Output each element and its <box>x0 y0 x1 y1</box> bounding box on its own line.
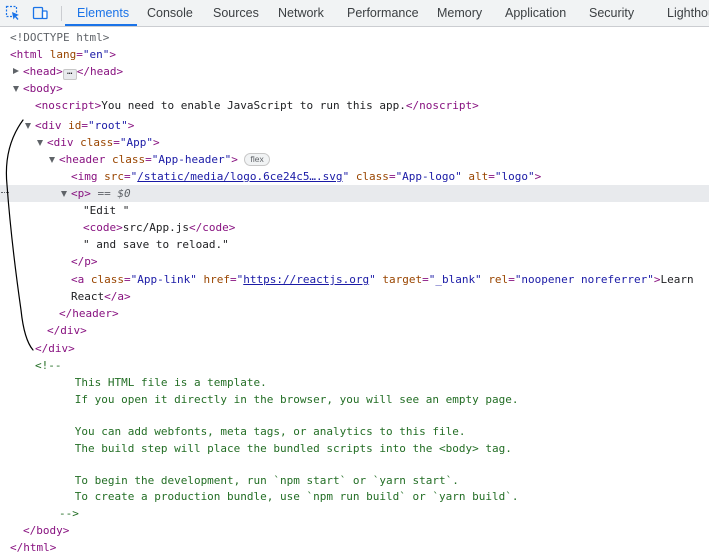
tree-line-text-edit[interactable]: "Edit " <box>0 202 709 219</box>
tree-line-div-app-close[interactable]: </div> <box>0 322 709 339</box>
comment-text: You can add webfonts, meta tags, or anal… <box>35 425 466 438</box>
text-node: "Edit " <box>83 204 130 217</box>
tab-memory[interactable]: Memory <box>437 0 482 26</box>
tree-line-p-selected[interactable]: <p> == $0 <box>0 185 709 202</box>
div-app-open-tag: <div class="App"> <box>47 136 160 149</box>
a-open-tag: <a class="App-link" href="https://reactj… <box>71 273 694 286</box>
device-toolbar-icon[interactable] <box>32 5 48 21</box>
toolbar-separator <box>61 6 62 21</box>
div-close-tag: </div> <box>35 342 75 355</box>
collapse-triangle-icon[interactable] <box>13 86 19 92</box>
p-open-tag: <p> == $0 <box>71 187 131 200</box>
tree-line-div-app[interactable]: <div class="App"> <box>0 134 709 151</box>
collapse-triangle-icon[interactable] <box>49 157 55 163</box>
collapse-triangle-icon[interactable] <box>37 140 43 146</box>
collapsed-content-ellipsis[interactable]: … <box>62 68 77 80</box>
comment-text: To begin the development, run `npm start… <box>35 474 459 487</box>
tree-line-a-text[interactable]: React</a> <box>0 288 709 305</box>
div-close-tag: </div> <box>47 324 87 337</box>
tree-line-div-root[interactable]: <div id="root"> <box>0 117 709 134</box>
comment-text: This HTML file is a template. <box>35 376 267 389</box>
div-root-open-tag: <div id="root"> <box>35 119 135 132</box>
body-open-tag: <body> <box>23 82 63 95</box>
img-src-link[interactable]: /static/media/logo.6ce24c5….svg <box>137 170 342 183</box>
tree-line-doctype[interactable]: <!DOCTYPE html> <box>0 29 709 46</box>
tab-elements[interactable]: Elements <box>77 0 129 26</box>
gutter-dots-icon[interactable] <box>1 192 9 196</box>
img-node: <img src="/static/media/logo.6ce24c5….sv… <box>71 170 542 183</box>
tree-line-body-close[interactable]: </body> <box>0 522 709 539</box>
p-close-tag: </p> <box>71 255 98 268</box>
comment-text: The build step will place the bundled sc… <box>35 442 512 455</box>
comment-line: You can add webfonts, meta tags, or anal… <box>0 423 709 440</box>
attr-value: "en" <box>82 48 110 61</box>
collapse-triangle-icon[interactable] <box>25 123 31 129</box>
doctype-node: <!DOCTYPE html> <box>10 31 110 44</box>
header-open-tag: <header class="App-header"> flex <box>59 151 270 168</box>
comment-text: To create a production bundle, use `npm … <box>35 490 519 503</box>
body-close-tag: </body> <box>23 524 70 537</box>
tree-line-text-save[interactable]: " and save to reload." <box>0 236 709 253</box>
comment-close: --> <box>59 507 79 520</box>
tree-line-html-close[interactable]: </html> <box>0 539 709 554</box>
html-tag-name: <html <box>10 48 44 61</box>
comment-text: If you open it directly in the browser, … <box>35 393 519 406</box>
head-open-tag: <head> <box>23 65 63 78</box>
tab-network[interactable]: Network <box>278 0 324 26</box>
tree-line-noscript[interactable]: <noscript>You need to enable JavaScript … <box>0 97 709 114</box>
selected-node-marker: == $0 <box>97 187 131 200</box>
attr-name: lang <box>49 48 77 61</box>
tree-line-comment-open[interactable]: <!-- <box>0 357 709 374</box>
tree-line-p-close[interactable]: </p> <box>0 253 709 270</box>
tree-line-div-root-close[interactable]: </div> <box>0 340 709 357</box>
header-close-tag: </header> <box>59 307 119 320</box>
tab-application[interactable]: Application <box>505 0 566 26</box>
a-content: React</a> <box>71 290 131 303</box>
tree-line-comment-close[interactable]: --> <box>0 505 709 522</box>
tree-line-a[interactable]: <a class="App-link" href="https://reactj… <box>0 271 709 288</box>
html-close-tag: </html> <box>10 541 57 554</box>
code-node: <code>src/App.js</code> <box>83 221 236 234</box>
noscript-open-tag: <noscript> <box>35 99 102 112</box>
tab-console[interactable]: Console <box>147 0 193 26</box>
head-close-tag: </head> <box>76 65 124 78</box>
comment-line: This HTML file is a template. <box>0 374 709 391</box>
devtools-tab-bar: Elements Console Sources Network Perform… <box>0 0 709 27</box>
active-tab-indicator <box>65 24 137 26</box>
head-node: <head>… </head> <box>23 63 123 80</box>
comment-line: To begin the development, run `npm start… <box>0 472 709 489</box>
tree-line-code[interactable]: <code>src/App.js</code> <box>0 219 709 236</box>
tab-performance[interactable]: Performance <box>347 0 419 26</box>
inspect-element-icon[interactable] <box>5 5 21 21</box>
collapse-triangle-icon[interactable] <box>61 191 67 197</box>
tree-line-head[interactable]: <head>… </head> <box>0 63 709 80</box>
tree-line-body[interactable]: <body> <box>0 80 709 97</box>
expand-triangle-icon[interactable] <box>13 68 19 74</box>
noscript-text: You need to enable JavaScript to run thi… <box>101 99 406 112</box>
comment-line: If you open it directly in the browser, … <box>0 391 709 408</box>
flex-badge[interactable]: flex <box>244 153 270 166</box>
comment-line: The build step will place the bundled sc… <box>0 440 709 457</box>
tree-line-header[interactable]: <header class="App-header"> flex <box>0 151 709 168</box>
tree-line-img[interactable]: <img src="/static/media/logo.6ce24c5….sv… <box>0 168 709 185</box>
tree-line-header-close[interactable]: </header> <box>0 305 709 322</box>
noscript-close-tag: </noscript> <box>405 99 479 112</box>
tab-sources[interactable]: Sources <box>213 0 259 26</box>
noscript-node: <noscript>You need to enable JavaScript … <box>35 97 479 114</box>
tab-security[interactable]: Security <box>589 0 634 26</box>
href-link[interactable]: https://reactjs.org <box>243 273 369 286</box>
comment-line: To create a production bundle, use `npm … <box>0 488 709 505</box>
tab-lighthouse[interactable]: Lighthouse <box>667 0 709 26</box>
text-node: " and save to reload." <box>83 238 229 251</box>
html-open-tag: <html lang="en"> <box>10 48 116 61</box>
elements-tree: <!DOCTYPE html> <html lang="en"> <head>…… <box>0 27 709 554</box>
comment-open: <!-- <box>35 359 62 372</box>
tree-line-html[interactable]: <html lang="en"> <box>0 46 709 63</box>
